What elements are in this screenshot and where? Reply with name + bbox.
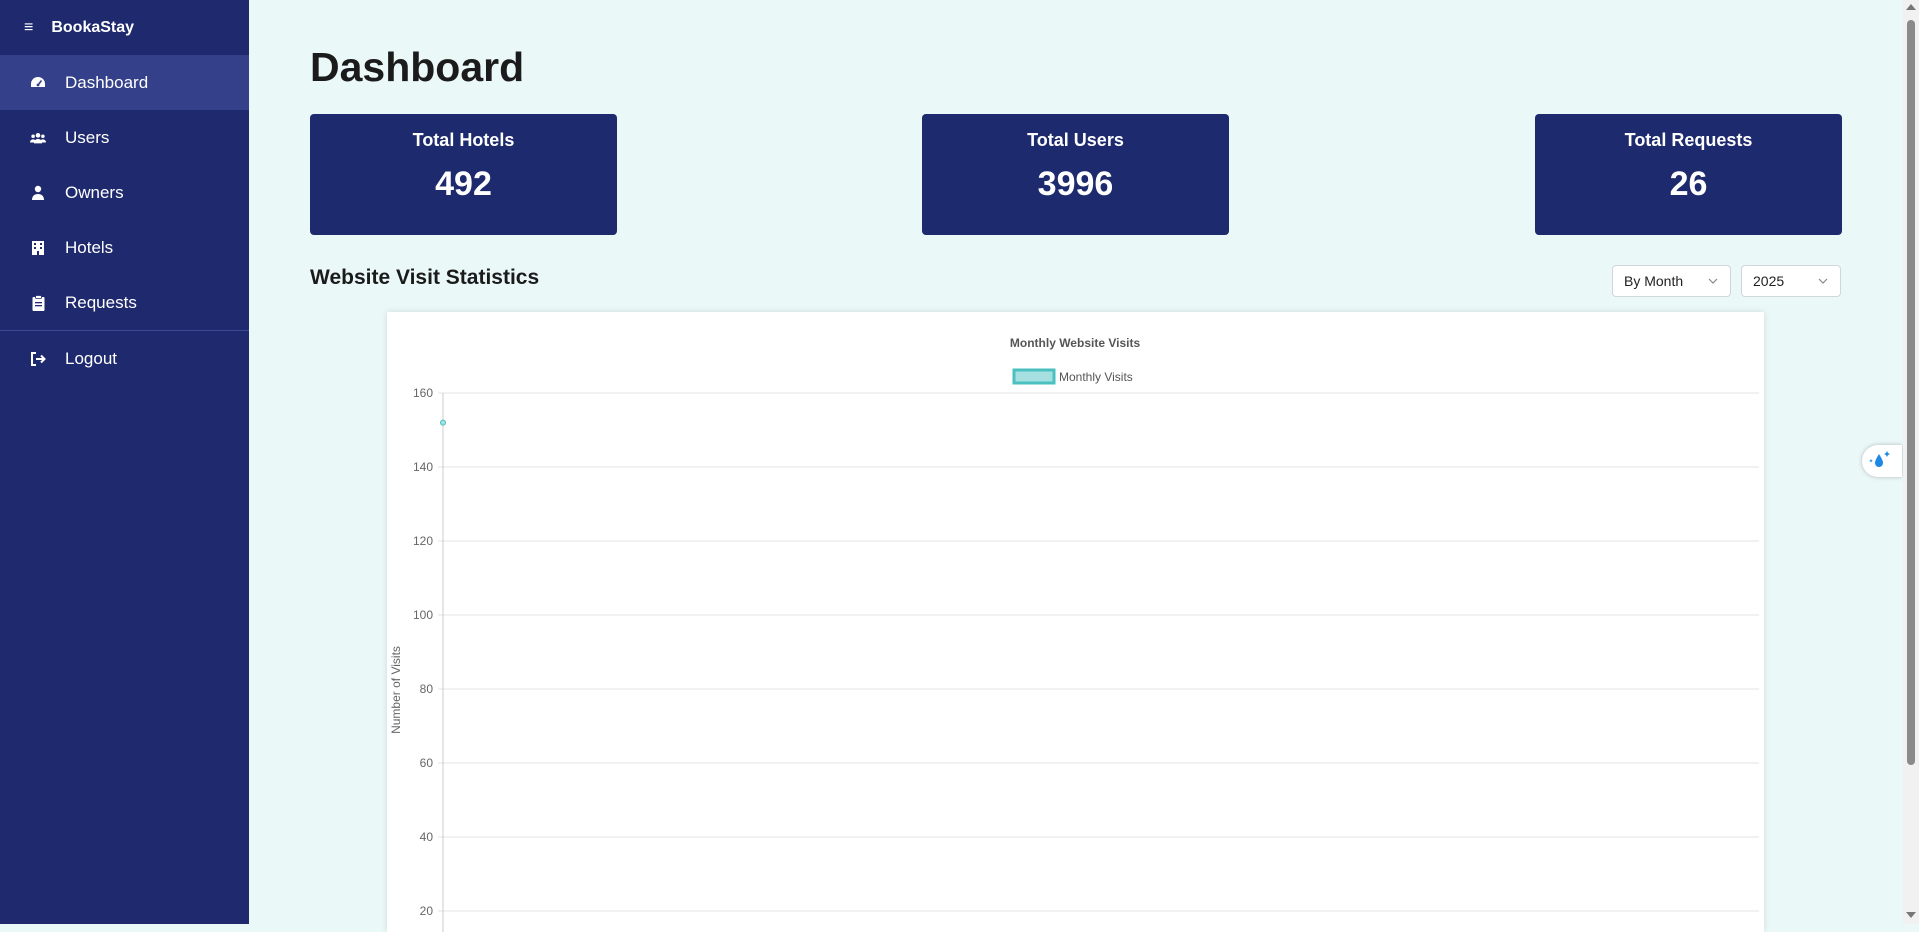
y-axis-label: Number of Visits <box>389 646 403 734</box>
brand: ≡ BookaStay <box>0 0 249 55</box>
series-points <box>440 419 446 426</box>
sidebar-item-label: Hotels <box>65 237 114 257</box>
chart-grid <box>438 392 1759 912</box>
year-select-value: 2025 <box>1753 273 1785 289</box>
visits-chart-card: Monthly Website Visits Monthly Visits 16… <box>387 312 1764 932</box>
stat-card-hotels: Total Hotels 492 <box>310 114 617 235</box>
sidebar-item-hotels[interactable]: Hotels <box>0 220 249 275</box>
stat-value: 26 <box>1669 165 1708 203</box>
y-tick-label: 40 <box>420 830 434 844</box>
users-icon <box>30 130 46 146</box>
section-title: Website Visit Statistics <box>310 266 540 289</box>
sidebar-item-dashboard[interactable]: Dashboard <box>0 55 249 110</box>
hotel-icon <box>30 240 46 256</box>
sidebar-item-label: Users <box>65 127 110 147</box>
stat-label: Total Hotels <box>412 130 515 150</box>
legend-label[interactable]: Monthly Visits <box>1059 370 1133 384</box>
sidebar-item-users[interactable]: Users <box>0 110 249 165</box>
page-scrollbar[interactable] <box>1903 0 1919 924</box>
sidebar-item-logout[interactable]: Logout <box>0 331 249 386</box>
stat-value: 3996 <box>1037 165 1114 203</box>
stat-card-requests: Total Requests 26 <box>1535 114 1842 235</box>
stat-value: 492 <box>435 165 492 203</box>
y-tick-label: 120 <box>413 534 433 548</box>
scroll-thumb[interactable] <box>1907 20 1915 765</box>
year-select[interactable]: 2025 <box>1741 265 1841 297</box>
period-select-value: By Month <box>1624 273 1684 289</box>
scroll-down-arrow-icon[interactable] <box>1906 912 1916 918</box>
clipboard-icon <box>30 294 46 311</box>
assistant-widget[interactable] <box>1862 445 1902 477</box>
sparkle-drop-icon <box>1869 449 1895 474</box>
hamburger-icon[interactable]: ≡ <box>24 19 33 37</box>
chevron-down-icon <box>1706 274 1720 288</box>
period-select[interactable]: By Month <box>1612 265 1731 297</box>
visits-chart: Monthly Website Visits Monthly Visits 16… <box>389 336 1759 932</box>
y-axis-ticks: 160 140 120 100 80 60 40 20 <box>413 386 433 918</box>
data-point[interactable] <box>440 419 446 426</box>
main-content: Dashboard Total Hotels 492 Total Users 3… <box>249 0 1903 932</box>
chevron-down-icon <box>1816 274 1830 288</box>
sidebar-item-owners[interactable]: Owners <box>0 165 249 220</box>
stat-label: Total Requests <box>1624 130 1753 150</box>
chart-title: Monthly Website Visits <box>1010 336 1141 350</box>
y-tick-label: 20 <box>420 904 434 918</box>
y-tick-label: 160 <box>413 386 433 400</box>
sidebar: ≡ BookaStay Dashboard Users Owners Hotel… <box>0 0 249 924</box>
sidebar-item-label: Requests <box>65 292 137 312</box>
gauge-icon <box>30 75 46 91</box>
page-title: Dashboard <box>310 44 525 90</box>
owner-icon <box>30 185 46 201</box>
sidebar-item-label: Dashboard <box>65 72 149 92</box>
sidebar-item-label: Logout <box>65 348 117 368</box>
y-tick-label: 80 <box>420 682 434 696</box>
y-tick-label: 60 <box>420 756 434 770</box>
y-tick-label: 140 <box>413 460 433 474</box>
stat-card-users: Total Users 3996 <box>922 114 1229 235</box>
app-title: BookaStay <box>51 18 135 36</box>
logout-icon <box>30 351 46 367</box>
sidebar-item-label: Owners <box>65 182 124 202</box>
sidebar-item-requests[interactable]: Requests <box>0 275 249 330</box>
y-tick-label: 100 <box>413 608 433 622</box>
scroll-up-arrow-icon[interactable] <box>1906 4 1916 10</box>
stat-label: Total Users <box>1027 130 1124 150</box>
legend-swatch[interactable] <box>1012 368 1056 385</box>
